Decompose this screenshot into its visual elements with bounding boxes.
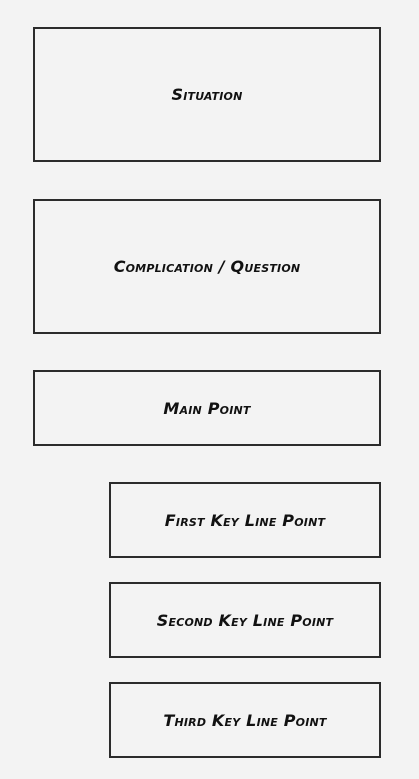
third-key-line-point-box[interactable]: Third Key Line Point	[109, 682, 381, 758]
complication-question-box[interactable]: Complication / Question	[33, 199, 381, 334]
first-key-line-point-box[interactable]: First Key Line Point	[109, 482, 381, 558]
main-point-label: Main Point	[163, 398, 251, 418]
second-key-line-point-label: Second Key Line Point	[156, 610, 334, 630]
third-key-line-point-label: Third Key Line Point	[163, 710, 327, 730]
situation-box[interactable]: Situation	[33, 27, 381, 162]
second-key-line-point-box[interactable]: Second Key Line Point	[109, 582, 381, 658]
first-key-line-point-label: First Key Line Point	[164, 510, 326, 530]
situation-label: Situation	[171, 85, 243, 104]
main-point-box[interactable]: Main Point	[33, 370, 381, 446]
complication-question-label: Complication / Question	[113, 257, 301, 276]
